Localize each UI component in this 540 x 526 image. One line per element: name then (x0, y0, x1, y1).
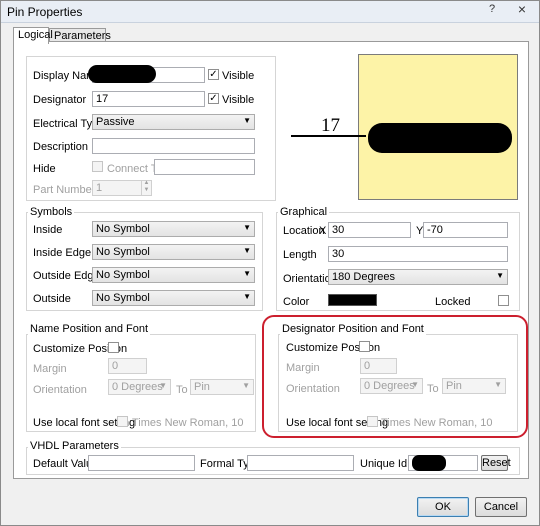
window-title: Pin Properties (7, 5, 83, 19)
description-field[interactable] (92, 138, 255, 154)
designator-font-value: Times New Roman, 10 (381, 417, 493, 429)
chevron-down-icon: ▼ (243, 223, 251, 232)
inside-select[interactable]: No Symbol ▼ (92, 221, 255, 237)
symbols-title: Symbols (28, 206, 75, 218)
name-customize-checkbox[interactable] (108, 342, 119, 353)
locked-checkbox[interactable] (498, 295, 509, 306)
chevron-down-icon: ▼ (411, 380, 419, 389)
outside-select[interactable]: No Symbol ▼ (92, 290, 255, 306)
formal-type-field[interactable] (247, 455, 354, 471)
redacted-pin-name (368, 123, 512, 153)
inside-edge-select[interactable]: No Symbol ▼ (92, 244, 255, 260)
designator-customize-checkbox[interactable] (359, 341, 370, 352)
outside-edge-value: No Symbol (96, 269, 150, 281)
designator-label: Designator (33, 94, 87, 106)
name-to-select[interactable]: Pin ▼ (190, 379, 254, 395)
chevron-down-icon: ▼ (243, 292, 251, 301)
length-field[interactable]: 30 (328, 246, 508, 262)
help-icon[interactable]: ? (483, 3, 501, 19)
pin-preview: 17 (291, 54, 518, 200)
electrical-type-select[interactable]: Passive ▼ (92, 114, 255, 130)
chevron-down-icon: ▼ (159, 381, 167, 390)
chevron-down-icon: ▼ (496, 271, 504, 280)
inside-edge-value: No Symbol (96, 246, 150, 258)
logical-tab-pane: Display Name ✓ Visible Designator 17 ✓ V… (13, 41, 529, 479)
orientation-value: 180 Degrees (332, 271, 395, 283)
designator-orientation-label: Orientation (286, 383, 340, 395)
cancel-button[interactable]: Cancel (475, 497, 527, 517)
inside-value: No Symbol (96, 223, 150, 235)
name-margin-label: Margin (33, 363, 67, 375)
preview-designator: 17 (321, 115, 340, 136)
designator-margin-label: Margin (286, 362, 320, 374)
reset-button[interactable]: Reset (481, 455, 511, 471)
designator-orientation-select[interactable]: 0 Degrees ▼ (360, 378, 423, 394)
chevron-down-icon: ▼ (242, 381, 250, 390)
outside-edge-select[interactable]: No Symbol ▼ (92, 267, 255, 283)
designator-font-checkbox[interactable] (367, 416, 378, 427)
name-font-value: Times New Roman, 10 (132, 417, 244, 429)
ok-button[interactable]: OK (417, 497, 469, 517)
inside-edge-label: Inside Edge (33, 247, 92, 259)
title-bar: Pin Properties ? × (1, 1, 539, 23)
electrical-type-value: Passive (96, 116, 135, 128)
chevron-down-icon: ▼ (494, 380, 502, 389)
default-value-field[interactable] (88, 455, 195, 471)
designator-to-select[interactable]: Pin ▼ (442, 378, 506, 394)
designator-to-value: Pin (446, 380, 462, 392)
color-swatch[interactable] (328, 294, 377, 306)
connect-to-field[interactable] (154, 159, 255, 175)
designator-margin-field[interactable]: 0 (360, 358, 397, 374)
designator-field[interactable]: 17 (92, 91, 205, 107)
location-x-field[interactable]: 30 (328, 222, 411, 238)
part-number-spinner[interactable]: ▲ ▼ (141, 180, 151, 196)
pin-properties-dialog: Pin Properties ? × Logical Parameters Di… (0, 0, 540, 526)
location-y-field[interactable]: -70 (423, 222, 508, 238)
name-to-value: Pin (194, 381, 210, 393)
name-font-checkbox[interactable] (117, 416, 128, 427)
tab-logical[interactable]: Logical (13, 27, 53, 44)
hide-label: Hide (33, 163, 56, 175)
name-orientation-select[interactable]: 0 Degrees ▼ (108, 379, 171, 395)
display-name-visible-label: Visible (222, 70, 255, 82)
chevron-down-icon: ▼ (243, 269, 251, 278)
display-name-visible-checkbox[interactable]: ✓ (208, 69, 219, 80)
outside-label: Outside (33, 293, 71, 305)
length-label: Length (283, 249, 317, 261)
unique-id-label: Unique Id (360, 458, 408, 470)
designator-orientation-value: 0 Degrees (364, 380, 415, 392)
vhdl-title: VHDL Parameters (28, 440, 121, 452)
chevron-down-icon: ▼ (243, 246, 251, 255)
graphical-title: Graphical (278, 206, 330, 218)
redacted-unique-id (412, 455, 446, 471)
designator-to-label: To (427, 383, 439, 395)
designator-visible-checkbox[interactable]: ✓ (208, 93, 219, 104)
locked-label: Locked (435, 296, 471, 308)
name-orientation-value: 0 Degrees (112, 381, 163, 393)
redacted-display-name (88, 65, 156, 83)
color-label: Color (283, 296, 310, 308)
close-icon[interactable]: × (513, 1, 531, 17)
name-to-label: To (176, 384, 188, 396)
hide-checkbox[interactable] (92, 161, 103, 172)
name-orientation-label: Orientation (33, 384, 87, 396)
designator-visible-label: Visible (222, 94, 255, 106)
chevron-down-icon: ▼ (243, 116, 251, 125)
part-number-label: Part Number (33, 184, 96, 196)
inside-label: Inside (33, 224, 63, 236)
orientation-select[interactable]: 180 Degrees ▼ (328, 269, 508, 285)
description-label: Description (33, 141, 89, 153)
name-position-title: Name Position and Font (28, 323, 151, 335)
name-margin-field[interactable]: 0 (108, 358, 147, 374)
outside-edge-label: Outside Edge (33, 270, 100, 282)
outside-value: No Symbol (96, 292, 150, 304)
location-x-label: X (319, 225, 327, 237)
